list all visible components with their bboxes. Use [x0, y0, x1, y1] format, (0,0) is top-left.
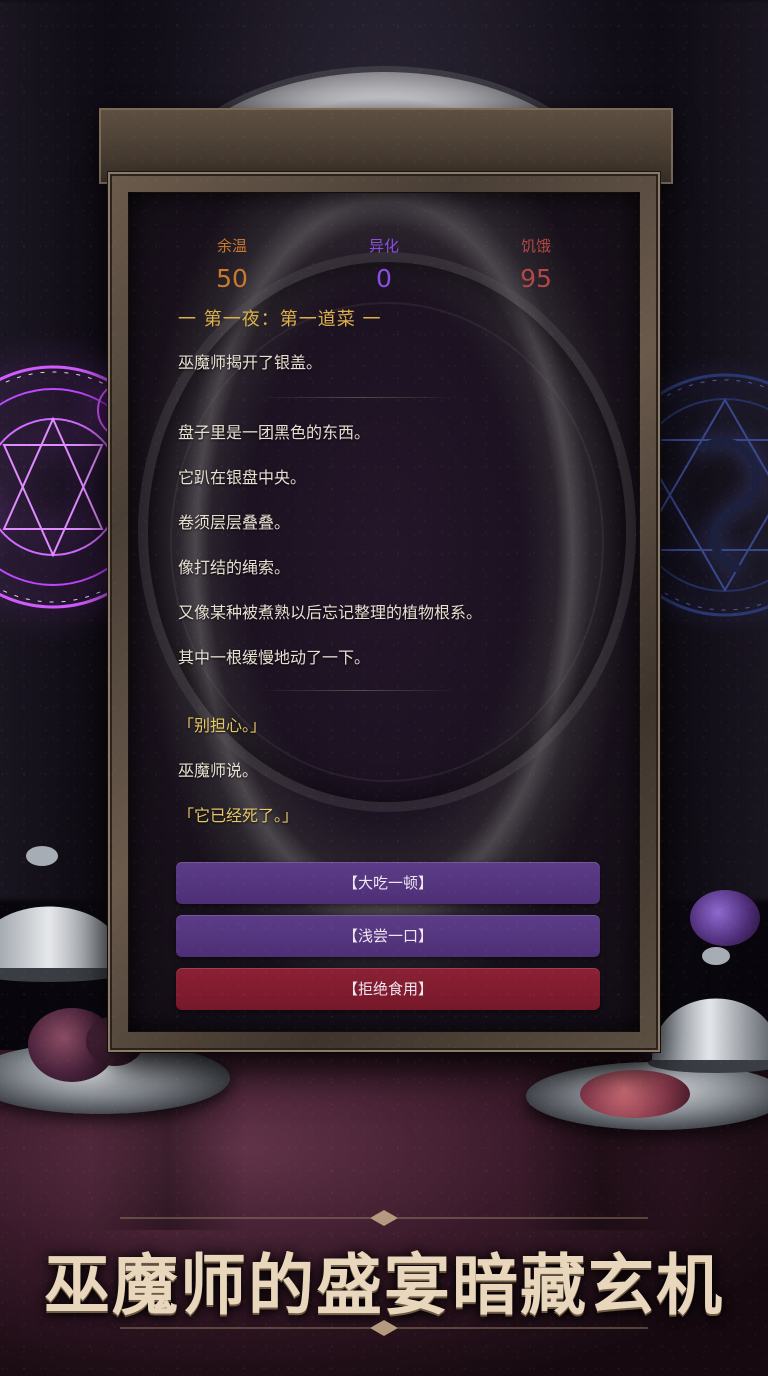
story-panel: 余温 50 异化 0 饥饿 95 一 第一夜：第一道菜 一 巫魔师揭开了银盖。 … — [108, 172, 660, 1052]
purple-fruit-dish — [690, 890, 760, 946]
story-line: 巫魔师说。 — [178, 761, 259, 780]
story-line: 又像某种被煮熟以后忘记整理的植物根系。 — [178, 603, 483, 622]
taste-button[interactable]: 【浅尝一口】 — [176, 915, 600, 957]
divider — [258, 690, 458, 691]
story-line: 盘子里是一团黑色的东西。 — [178, 423, 371, 442]
eat-full-button[interactable]: 【大吃一顿】 — [176, 862, 600, 904]
stats-row: 余温 50 异化 0 饥饿 95 — [184, 236, 584, 296]
stat-label: 饥饿 — [520, 237, 551, 255]
story-text: 一 第一夜：第一道菜 一 巫魔师揭开了银盖。 盘子里是一团黑色的东西。 它趴在银… — [178, 308, 594, 850]
quote-line: 「别担心。」 — [178, 716, 267, 735]
story-line: 它趴在银盘中央。 — [178, 468, 307, 487]
story-line: 像打结的绳索。 — [178, 558, 291, 577]
quote-line: 「它已经死了。」 — [178, 806, 299, 825]
story-line: 卷须层层叠叠。 — [178, 513, 291, 532]
stat-value: 95 — [520, 264, 552, 293]
silver-dome-icon — [648, 947, 768, 1073]
stat-value: 50 — [216, 264, 248, 293]
stat-value: 0 — [376, 264, 392, 293]
story-line: 巫魔师揭开了银盖。 — [178, 353, 323, 372]
panel-content: 余温 50 异化 0 饥饿 95 一 第一夜：第一道菜 一 巫魔师揭开了银盖。 … — [128, 192, 640, 1032]
chapter-title: 一 第一夜：第一道菜 一 — [178, 309, 382, 330]
stat-mutation: 异化 0 — [336, 236, 432, 296]
divider — [258, 397, 458, 398]
story-line: 其中一根缓慢地动了一下。 — [178, 648, 371, 667]
stat-hunger: 饥饿 95 — [488, 236, 584, 296]
meat-dish — [580, 1070, 690, 1118]
promo-headline: 巫魔师的盛宴暗藏玄机 — [44, 1246, 724, 1324]
stat-remaining: 余温 50 — [184, 236, 280, 296]
title-ornament-icon — [120, 1320, 648, 1336]
background-scene: 余温 50 异化 0 饥饿 95 一 第一夜：第一道菜 一 巫魔师揭开了银盖。 … — [0, 0, 768, 1376]
choice-list: 【大吃一顿】 【浅尝一口】 【拒绝食用】 — [176, 862, 600, 1021]
title-ornament-icon — [120, 1210, 648, 1226]
stat-label: 异化 — [368, 237, 399, 255]
refuse-button[interactable]: 【拒绝食用】 — [176, 968, 600, 1010]
stat-label: 余温 — [216, 237, 247, 255]
